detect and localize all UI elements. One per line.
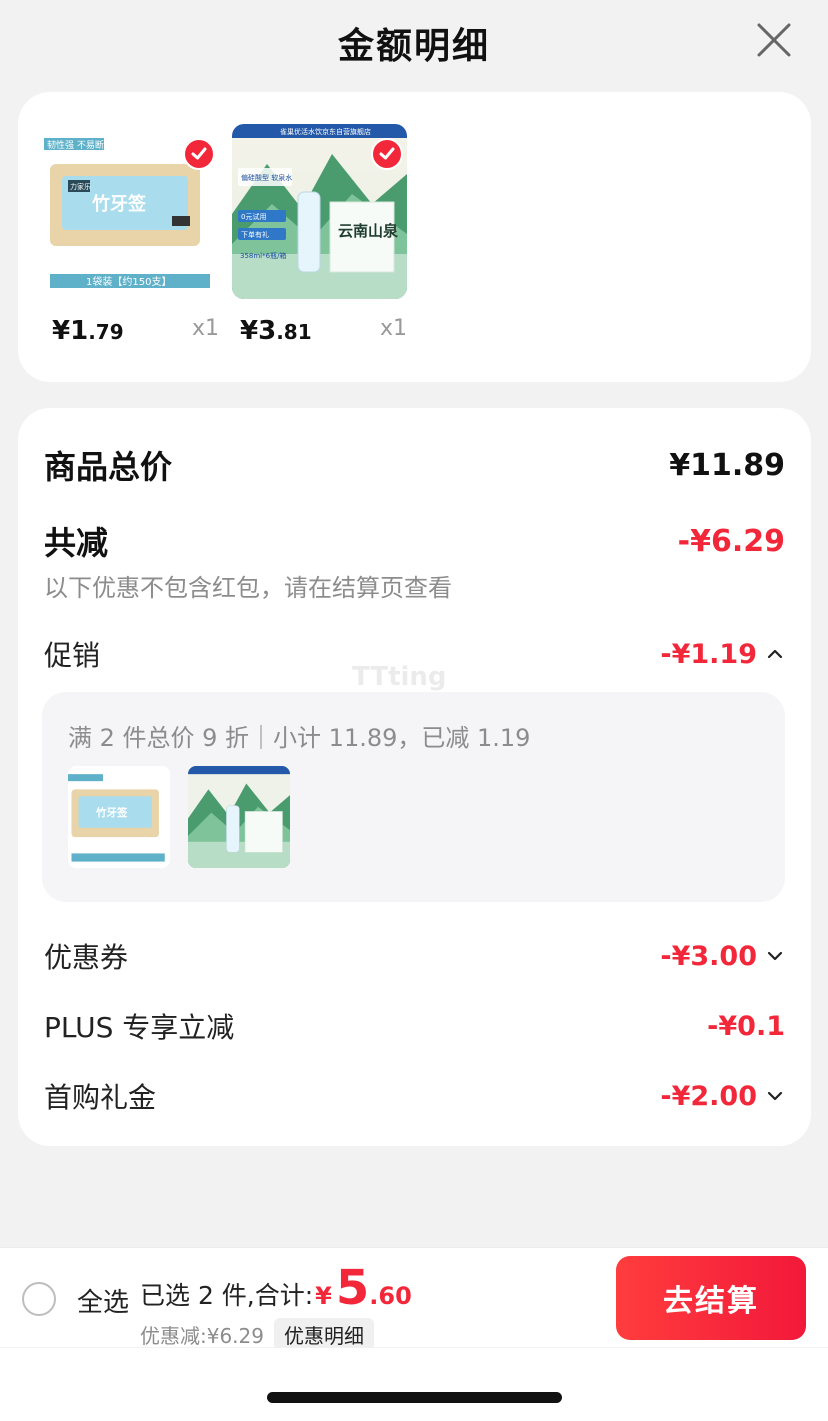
total-line: 已选 2 件,合计: ¥ 5 .60 (140, 1260, 412, 1316)
total-currency: ¥ (315, 1282, 332, 1310)
product-item[interactable]: 雀巢优活水饮京东自营旗舰店 云南山泉 偏硅酸型 软泉水 0元试用 下单有礼 35… (232, 124, 407, 346)
coupon-row[interactable]: 优惠券 -¥3.00 (44, 936, 785, 976)
product-quantity: x1 (191, 316, 219, 341)
selected-count-label: 已选 2 件,合计: (140, 1281, 314, 1310)
discount-line: 优惠减:¥6.29 优惠明细 (140, 1318, 374, 1351)
svg-text:358ml*6瓶/箱: 358ml*6瓶/箱 (240, 251, 286, 260)
checkout-button[interactable]: 去结算 (616, 1256, 806, 1340)
total-amount-dec: .60 (369, 1282, 412, 1310)
home-indicator-area (0, 1348, 828, 1421)
first-gift-row[interactable]: 首购礼金 -¥2.00 (44, 1076, 785, 1116)
promotion-product-thumb[interactable]: 竹牙签 (68, 766, 170, 868)
product-price: ¥1.79 (52, 316, 124, 346)
chevron-down-icon[interactable] (765, 1086, 785, 1106)
watermark: TTting (352, 662, 447, 692)
svg-text:0元试用: 0元试用 (241, 212, 266, 221)
water-box-image (188, 766, 290, 868)
coupon-label: 优惠券 (44, 941, 129, 974)
svg-text:偏硅酸型 软泉水: 偏硅酸型 软泉水 (241, 173, 292, 182)
goods-total-label: 商品总价 (44, 448, 173, 486)
svg-text:1袋装【约150支】: 1袋装【约150支】 (86, 275, 171, 288)
product-image-water[interactable]: 雀巢优活水饮京东自营旗舰店 云南山泉 偏硅酸型 软泉水 0元试用 下单有礼 35… (232, 124, 407, 299)
product-price: ¥3.81 (240, 316, 312, 346)
select-all-radio[interactable] (22, 1282, 56, 1316)
discount-amount: 优惠减:¥6.29 (140, 1324, 264, 1348)
total-reduce-value: -¥6.29 (677, 523, 785, 559)
svg-text:下单有礼: 下单有礼 (241, 230, 269, 239)
svg-text:竹牙签: 竹牙签 (91, 193, 147, 215)
page-title: 金额明细 (337, 26, 490, 67)
product-quantity: x1 (379, 316, 407, 341)
total-amount-int: 5 (335, 1260, 370, 1316)
promotion-detail-box: 满 2 件总价 9 折｜小计 11.89，已减 1.19 竹牙签 (42, 692, 785, 902)
close-icon (757, 23, 791, 57)
chevron-down-icon[interactable] (765, 946, 785, 966)
home-indicator[interactable] (267, 1392, 562, 1403)
selected-products-card: 韧性强 不易断 力家乐 竹牙签 1袋装【约150支】 ¥1.79 x1 雀巢优活… (18, 92, 811, 382)
chevron-up-icon[interactable] (765, 644, 785, 664)
modal-header: 金额明细 (0, 0, 828, 86)
product-image-toothpick[interactable]: 韧性强 不易断 力家乐 竹牙签 1袋装【约150支】 (44, 124, 219, 299)
first-gift-label: 首购礼金 (44, 1081, 157, 1114)
plus-discount-value: -¥0.1 (707, 1010, 785, 1042)
promotion-product-thumb[interactable] (188, 766, 290, 868)
coupon-value[interactable]: -¥3.00 (660, 941, 785, 972)
promotion-value[interactable]: -¥1.19 (660, 639, 785, 670)
checkout-bar: 全选 已选 2 件,合计: ¥ 5 .60 优惠减:¥6.29 优惠明细 去结算 (0, 1247, 828, 1351)
first-gift-value[interactable]: -¥2.00 (660, 1081, 785, 1112)
plus-discount-label: PLUS 专享立减 (44, 1011, 235, 1044)
svg-text:云南山泉: 云南山泉 (338, 222, 399, 240)
close-button[interactable] (756, 22, 792, 58)
select-all-label[interactable]: 全选 (77, 1282, 129, 1319)
svg-text:雀巢优活水饮京东自营旗舰店: 雀巢优活水饮京东自营旗舰店 (280, 127, 371, 136)
svg-text:韧性强 不易断: 韧性强 不易断 (47, 139, 104, 151)
goods-total-value: ¥11.89 (669, 447, 785, 483)
discount-detail-button[interactable]: 优惠明细 (274, 1318, 374, 1351)
svg-text:竹牙签: 竹牙签 (95, 806, 128, 819)
total-reduce-row: 共减 -¥6.29 (44, 518, 785, 564)
toothpick-package-image: 竹牙签 (68, 774, 165, 862)
promotion-detail-text: 满 2 件总价 9 折｜小计 11.89，已减 1.19 (68, 724, 531, 752)
selected-check-icon[interactable] (183, 138, 215, 170)
svg-text:力家乐: 力家乐 (70, 182, 91, 191)
selected-check-icon[interactable] (371, 138, 403, 170)
price-summary-card: 商品总价 ¥11.89 共减 -¥6.29 以下优惠不包含红包，请在结算页查看 … (18, 408, 811, 1146)
promotion-label: 促销 (44, 639, 101, 672)
plus-discount-row: PLUS 专享立减 -¥0.1 (44, 1006, 785, 1046)
discount-note: 以下优惠不包含红包，请在结算页查看 (44, 574, 452, 602)
product-item[interactable]: 韧性强 不易断 力家乐 竹牙签 1袋装【约150支】 ¥1.79 x1 (44, 124, 219, 346)
total-reduce-label: 共减 (44, 524, 109, 562)
goods-total-row: 商品总价 ¥11.89 (44, 442, 785, 488)
